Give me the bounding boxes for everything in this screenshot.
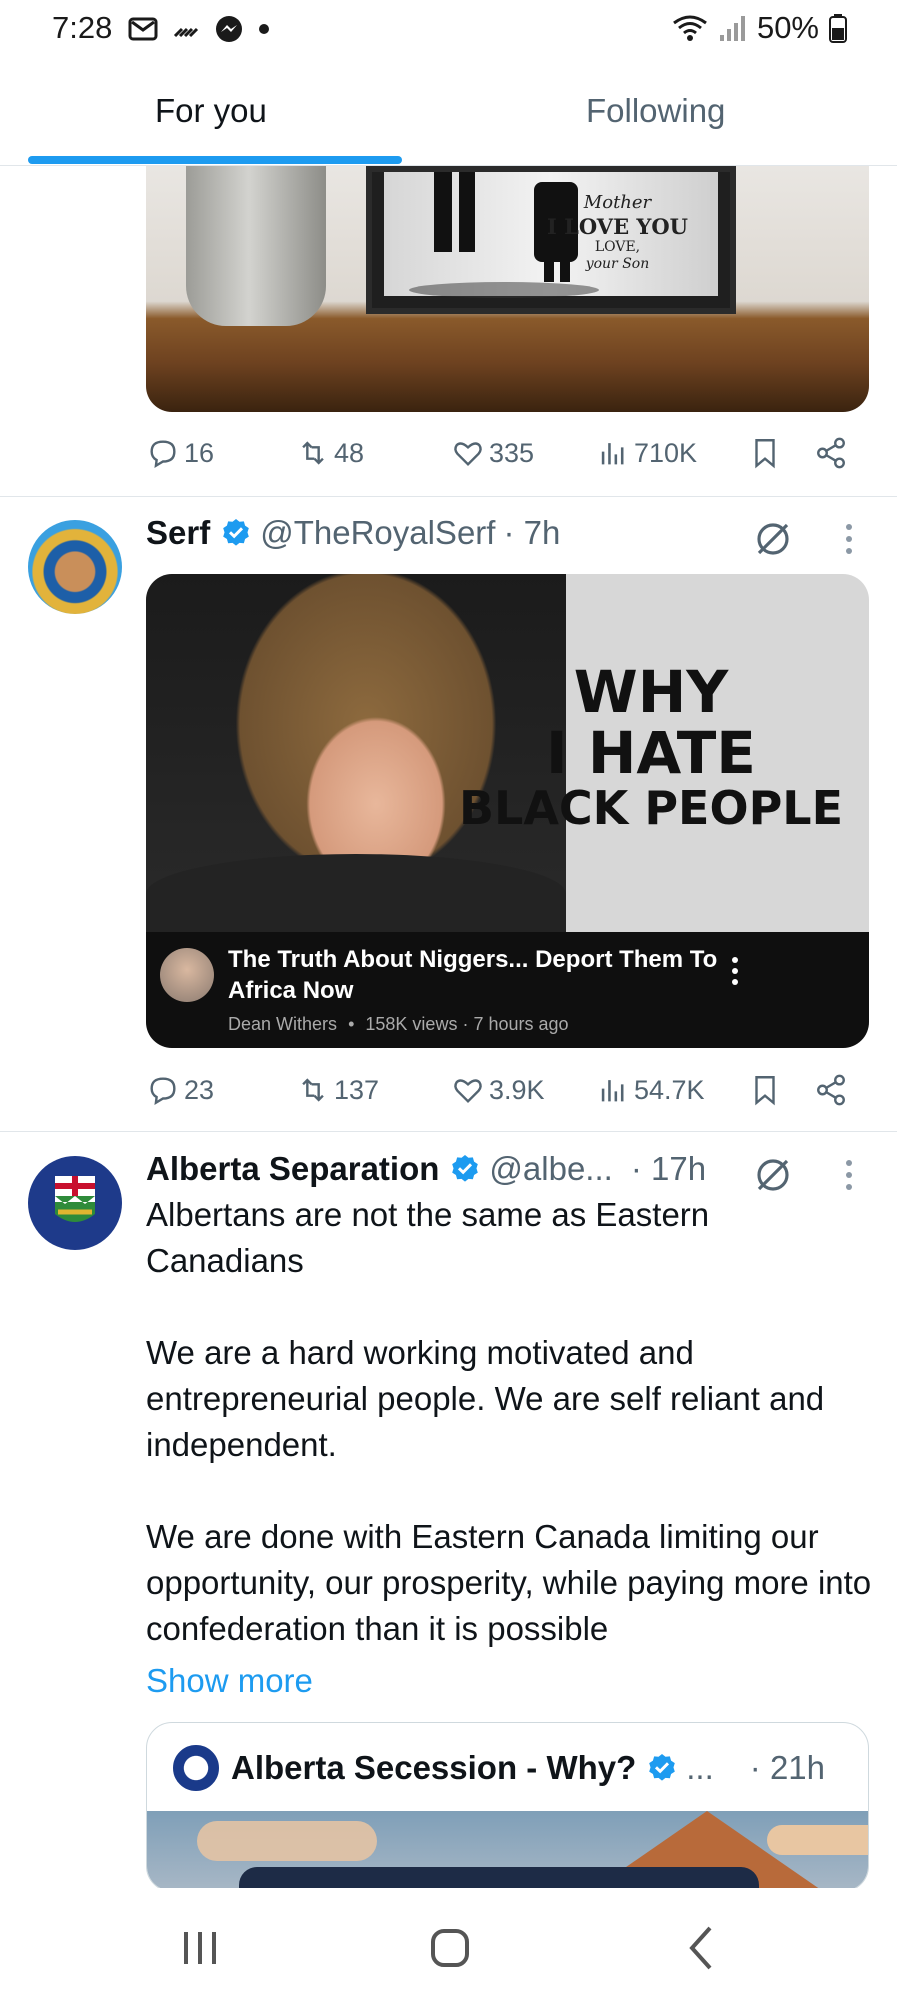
- battery-icon: [829, 14, 847, 43]
- avatar[interactable]: [28, 520, 122, 614]
- tab-for-you[interactable]: For you: [155, 92, 267, 130]
- recents-icon[interactable]: [170, 1918, 230, 1978]
- status-time: 7:28: [52, 10, 113, 45]
- tweet-time: · 17h: [630, 1150, 707, 1187]
- verified-badge-icon: [223, 519, 250, 546]
- tweet-2-header: Serf @TheRoyalSerf · 7h: [146, 514, 560, 552]
- battery-percent: 50%: [756, 10, 819, 45]
- tweet-2-media[interactable]: WHY I HATE BLACK PEOPLE The Truth About …: [146, 574, 869, 1048]
- repost-count: 137: [334, 1074, 380, 1105]
- show-more-link[interactable]: Show more: [146, 1662, 313, 1700]
- dot-icon: [259, 24, 269, 34]
- wifi-icon: [673, 15, 707, 41]
- author-handle[interactable]: @albe...: [489, 1150, 612, 1188]
- reply-button[interactable]: 23: [146, 1073, 214, 1107]
- quote-author-name: Alberta Secession - Why?: [231, 1749, 637, 1786]
- reply-icon: [150, 1077, 176, 1106]
- status-bar: 7:28 50%: [0, 0, 897, 62]
- tweet-1-actions: 16 48 335 710K: [146, 431, 869, 475]
- views-icon: [601, 443, 624, 465]
- repost-icon: [302, 441, 324, 465]
- tweet-3-header: Alberta Separation @albe... · 17h: [146, 1150, 706, 1188]
- share-icon: [817, 437, 845, 469]
- views-icon: [601, 1080, 624, 1102]
- tweet-paragraph: We are a hard working motivated and entr…: [146, 1334, 825, 1463]
- repost-count: 48: [334, 437, 365, 468]
- avatar[interactable]: [28, 1156, 122, 1250]
- video-info-bar: The Truth About Niggers... Deport Them T…: [146, 932, 869, 1048]
- more-options-icon[interactable]: [844, 522, 854, 556]
- tweet-paragraph: We are done with Eastern Canada limiting…: [146, 1518, 872, 1647]
- views-button[interactable]: 54.7K: [596, 1073, 705, 1107]
- share-button[interactable]: [814, 1073, 848, 1107]
- picture-frame: Mother I LOVE YOU LOVE, your Son: [366, 166, 736, 314]
- view-count: 710K: [634, 437, 698, 468]
- reply-count: 16: [184, 437, 215, 468]
- video-more-icon: [732, 957, 738, 985]
- tweet-paragraph: Albertans are not the same as Eastern Ca…: [146, 1196, 710, 1279]
- like-count: 3.9K: [489, 1074, 545, 1105]
- home-icon[interactable]: [420, 1918, 480, 1978]
- tweet-divider: [0, 1131, 897, 1132]
- video-title: The Truth About Niggers... Deport Them T…: [228, 946, 718, 1005]
- author-name[interactable]: Serf: [146, 514, 210, 552]
- tweet-time: · 7h: [503, 514, 561, 551]
- more-options-icon[interactable]: [844, 1158, 854, 1192]
- missed-call-icon: [173, 27, 199, 38]
- reply-button[interactable]: 16: [146, 436, 214, 470]
- pitcher-decor: [186, 166, 326, 326]
- mail-icon: [128, 17, 158, 41]
- active-tab-indicator: [28, 156, 402, 164]
- notification-icons: [128, 14, 270, 44]
- quote-time: · 21h: [749, 1749, 825, 1786]
- thumbnail-shirt: [146, 854, 566, 934]
- views-button[interactable]: 710K: [596, 436, 697, 470]
- signal-icon: [719, 16, 745, 41]
- quote-avatar: [173, 1745, 219, 1791]
- tab-following[interactable]: Following: [586, 92, 725, 130]
- bookmark-icon: [755, 439, 775, 469]
- quote-header: Alberta Secession - Why? ... · 21h: [173, 1745, 825, 1791]
- like-count: 335: [489, 437, 535, 468]
- author-name[interactable]: Alberta Separation: [146, 1150, 439, 1188]
- repost-button[interactable]: 137: [296, 1073, 379, 1107]
- like-button[interactable]: 3.9K: [451, 1073, 545, 1107]
- heart-icon: [454, 1079, 482, 1104]
- heart-icon: [454, 442, 482, 467]
- grok-icon[interactable]: [752, 1154, 794, 1196]
- back-icon[interactable]: [672, 1918, 732, 1978]
- quoted-tweet[interactable]: Alberta Secession - Why? ... · 21h: [146, 1722, 869, 1892]
- messenger-icon: [216, 16, 242, 42]
- tweet-1-media[interactable]: Mother I LOVE YOU LOVE, your Son: [146, 166, 869, 412]
- repost-button[interactable]: 48: [296, 436, 364, 470]
- video-meta: Dean Withers • 158K views · 7 hours ago: [228, 1014, 569, 1034]
- verified-badge-icon: [649, 1754, 676, 1781]
- share-button[interactable]: [814, 436, 848, 470]
- thumbnail-headline: WHY I HATE BLACK PEOPLE: [458, 658, 844, 835]
- system-navigation-bar: [0, 1888, 897, 2000]
- quote-handle: ...: [686, 1749, 714, 1786]
- view-count: 54.7K: [634, 1074, 705, 1105]
- frame-text: Mother I LOVE YOU LOVE, your Son: [546, 192, 688, 272]
- tweet-3-text: Albertans are not the same as Eastern Ca…: [146, 1192, 876, 1652]
- verified-badge-icon: [452, 1155, 479, 1182]
- timeline-tabs: For you Following: [0, 62, 897, 166]
- reply-icon: [150, 440, 176, 469]
- bookmark-button[interactable]: [748, 436, 782, 470]
- like-button[interactable]: 335: [451, 436, 534, 470]
- tweet-2-actions: 23 137 3.9K 54.7K: [146, 1068, 869, 1112]
- alberta-crest-icon: [55, 1176, 95, 1222]
- reply-count: 23: [184, 1074, 215, 1105]
- tweet-divider: [0, 496, 897, 497]
- channel-avatar: [160, 948, 214, 1002]
- bookmark-icon: [755, 1076, 775, 1106]
- bookmark-button[interactable]: [748, 1073, 782, 1107]
- share-icon: [817, 1074, 845, 1106]
- repost-icon: [302, 1078, 324, 1102]
- author-handle[interactable]: @TheRoyalSerf: [260, 514, 495, 552]
- grok-icon[interactable]: [752, 518, 794, 560]
- quote-media: [147, 1811, 868, 1891]
